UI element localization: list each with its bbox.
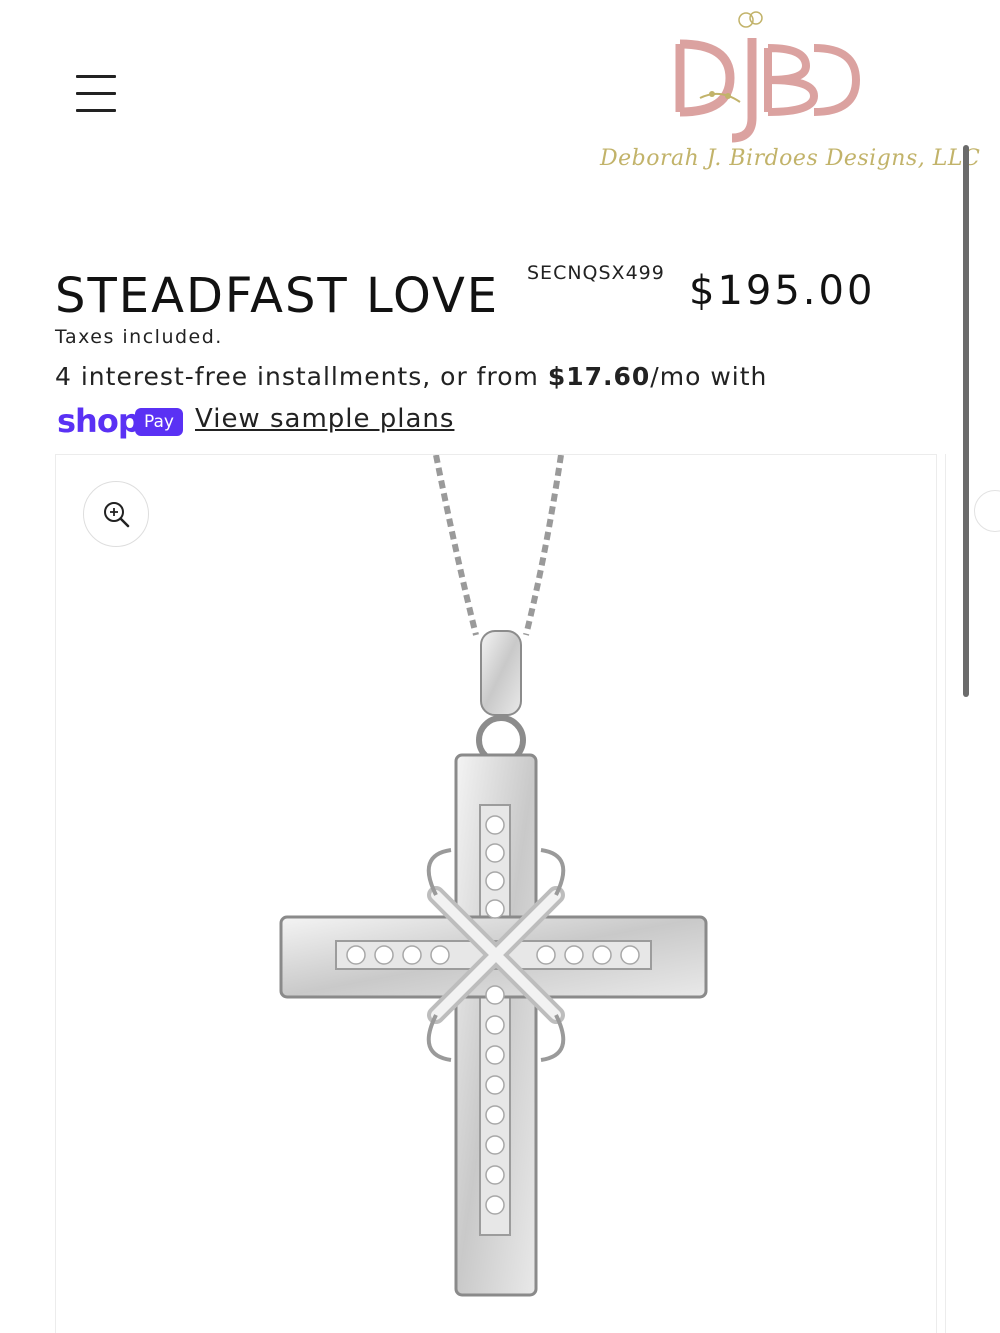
shop-pay-row: shop Pay View sample plans xyxy=(55,402,555,442)
menu-line xyxy=(76,75,116,78)
product-page: Deborah J. Birdoes Designs, LLC STEADFAS… xyxy=(0,0,1000,1333)
taxes-note: Taxes included. xyxy=(55,326,223,348)
store-logo[interactable]: Deborah J. Birdoes Designs, LLC xyxy=(600,8,981,188)
next-slide-arrow-icon[interactable] xyxy=(974,490,1000,532)
hamburger-menu-button[interactable] xyxy=(70,68,122,120)
cross-pendant-image xyxy=(279,455,708,1297)
logo-tagline: Deborah J. Birdoes Designs, LLC xyxy=(600,146,981,171)
menu-line xyxy=(76,109,116,112)
next-media-slide[interactable] xyxy=(945,454,1000,1333)
installments-prefix: 4 interest-free installments, or from xyxy=(55,362,548,391)
view-sample-plans-link[interactable]: View sample plans xyxy=(195,404,454,434)
shop-pay-badge: Pay xyxy=(135,408,183,436)
installments-text: 4 interest-free installments, or from $1… xyxy=(55,362,767,391)
installment-amount: $17.60 xyxy=(547,362,651,391)
djbd-monogram-logo xyxy=(675,11,861,143)
product-header: STEADFAST LOVE SECNQSX499 $195.00 xyxy=(55,262,955,332)
product-sku: SECNQSX499 xyxy=(527,262,665,284)
zoom-button[interactable] xyxy=(83,481,149,547)
product-image-frame[interactable] xyxy=(55,454,937,1333)
shop-pay-logo-shop: shop xyxy=(57,402,141,440)
product-title: STEADFAST LOVE xyxy=(55,268,500,324)
zoom-in-icon xyxy=(104,502,130,528)
product-price: $195.00 xyxy=(689,268,876,314)
installments-suffix: /mo with xyxy=(650,362,768,391)
menu-line xyxy=(76,92,116,95)
